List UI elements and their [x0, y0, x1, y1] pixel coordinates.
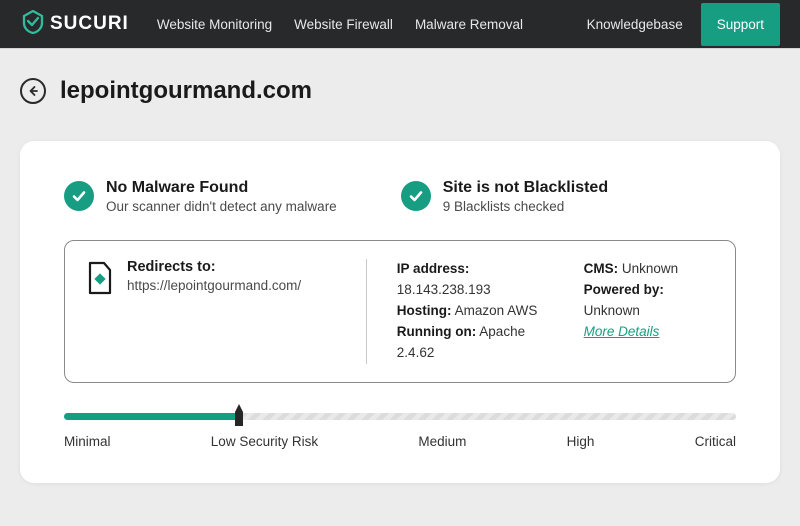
- check-circle-icon: [64, 181, 94, 211]
- nav-links: Website Monitoring Website Firewall Malw…: [157, 17, 587, 32]
- top-nav: SUCURI Website Monitoring Website Firewa…: [0, 0, 800, 48]
- status-blacklist: Site is not Blacklisted 9 Blacklists che…: [401, 179, 608, 214]
- running-label: Running on:: [397, 324, 476, 339]
- status-blacklist-title: Site is not Blacklisted: [443, 179, 608, 197]
- redirect-label: Redirects to:: [127, 259, 301, 275]
- hosting-value: Amazon AWS: [455, 303, 538, 318]
- ip-label: IP address:: [397, 261, 470, 276]
- risk-high: High: [567, 434, 595, 449]
- status-malware-title: No Malware Found: [106, 179, 337, 197]
- risk-track: [64, 413, 736, 420]
- shield-icon: [22, 10, 44, 39]
- server-info-col-1: IP address: 18.143.238.193 Hosting: Amaz…: [397, 259, 554, 364]
- ip-value: 18.143.238.193: [397, 282, 491, 297]
- document-icon: [87, 261, 113, 300]
- risk-low: Low Security Risk: [211, 434, 318, 449]
- risk-labels: Minimal Low Security Risk Medium High Cr…: [64, 434, 736, 449]
- arrow-left-icon: [27, 85, 39, 97]
- page-title-row: lepointgourmand.com: [0, 49, 800, 123]
- powered-value: Unknown: [584, 303, 640, 318]
- back-button[interactable]: [20, 78, 46, 104]
- nav-right: Knowledgebase Support: [587, 3, 780, 46]
- brand-name: SUCURI: [50, 13, 129, 35]
- status-blacklist-sub: 9 Blacklists checked: [443, 199, 608, 214]
- server-info-col-2: CMS: Unknown Powered by: Unknown More De…: [584, 259, 713, 343]
- detail-box: Redirects to: https://lepointgourmand.co…: [64, 240, 736, 383]
- marker-icon: [231, 404, 247, 428]
- risk-meter: Minimal Low Security Risk Medium High Cr…: [64, 413, 736, 449]
- risk-marker: [231, 404, 247, 433]
- status-row: No Malware Found Our scanner didn't dete…: [64, 179, 736, 214]
- support-button[interactable]: Support: [701, 3, 780, 46]
- risk-fill: [64, 413, 239, 420]
- status-malware: No Malware Found Our scanner didn't dete…: [64, 179, 337, 214]
- nav-firewall[interactable]: Website Firewall: [294, 17, 393, 32]
- status-malware-sub: Our scanner didn't detect any malware: [106, 199, 337, 214]
- cms-label: CMS:: [584, 261, 619, 276]
- divider-vertical: [366, 259, 367, 364]
- page-title: lepointgourmand.com: [60, 77, 312, 105]
- nav-knowledgebase[interactable]: Knowledgebase: [587, 17, 683, 32]
- risk-medium: Medium: [418, 434, 466, 449]
- risk-critical: Critical: [695, 434, 736, 449]
- powered-label: Powered by:: [584, 282, 664, 297]
- redirect-column: Redirects to: https://lepointgourmand.co…: [87, 259, 336, 300]
- cms-value: Unknown: [622, 261, 678, 276]
- redirect-url: https://lepointgourmand.com/: [127, 278, 301, 293]
- check-circle-icon: [401, 181, 431, 211]
- nav-malware[interactable]: Malware Removal: [415, 17, 523, 32]
- brand-logo[interactable]: SUCURI: [22, 10, 129, 39]
- result-card: No Malware Found Our scanner didn't dete…: [20, 141, 780, 483]
- more-details-link[interactable]: More Details: [584, 324, 660, 339]
- risk-minimal: Minimal: [64, 434, 111, 449]
- nav-monitoring[interactable]: Website Monitoring: [157, 17, 272, 32]
- hosting-label: Hosting:: [397, 303, 452, 318]
